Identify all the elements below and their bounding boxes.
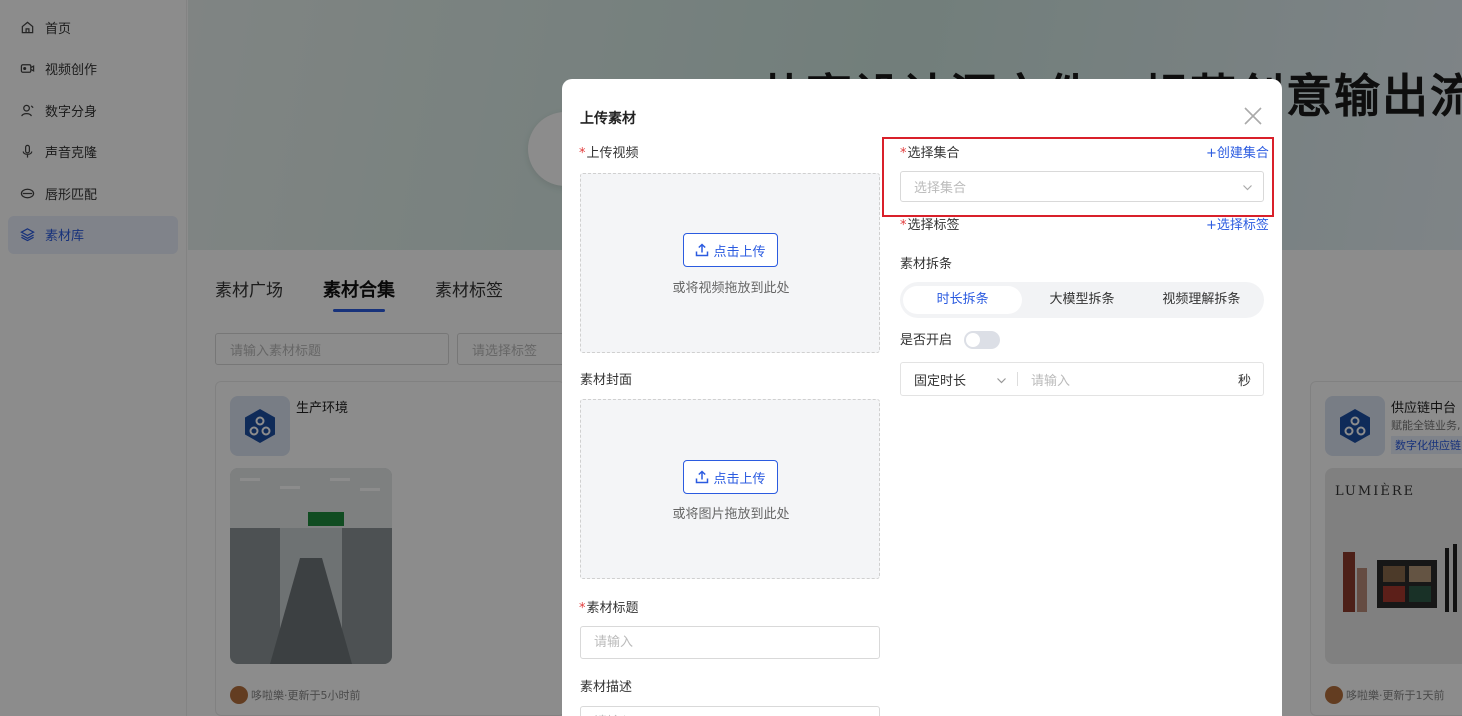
modal-title: 上传素材: [580, 111, 636, 127]
split-option-duration[interactable]: 时长拆条: [903, 286, 1023, 314]
duration-mode-select[interactable]: 固定时长: [901, 363, 1017, 395]
upload-video-label: *上传视频: [579, 146, 639, 161]
material-title-input[interactable]: [580, 626, 880, 659]
duration-input[interactable]: 请输入: [1018, 370, 1238, 389]
enable-label: 是否开启: [900, 333, 953, 348]
cover-label: 素材封面: [580, 373, 633, 388]
material-desc-input[interactable]: [580, 706, 880, 716]
select-tags-link[interactable]: +选择标签: [1206, 214, 1269, 233]
video-dropzone[interactable]: 点击上传 或将视频拖放到此处: [580, 173, 880, 353]
close-icon[interactable]: [1242, 105, 1264, 127]
cover-drop-hint: 或将图片拖放到此处: [672, 507, 790, 522]
upload-video-button[interactable]: 点击上传: [683, 233, 778, 267]
chevron-down-icon: [997, 378, 1006, 384]
material-title-label: *素材标题: [579, 601, 639, 616]
split-option-video-understanding[interactable]: 视频理解拆条: [1142, 286, 1261, 314]
video-drop-hint: 或将视频拖放到此处: [672, 281, 790, 296]
toggle-knob: [966, 333, 980, 347]
duration-unit: 秒: [1237, 373, 1251, 389]
upload-material-modal: 上传素材 *上传视频 点击上传 或将视频拖放到此处 素材封面 点击上传 或将图片…: [562, 79, 1282, 716]
select-tags-label: *选择标签: [900, 218, 960, 233]
split-option-llm[interactable]: 大模型拆条: [1022, 286, 1141, 314]
upload-icon: [696, 243, 709, 257]
material-split-label: 素材拆条: [900, 257, 953, 272]
material-desc-label: 素材描述: [580, 680, 633, 695]
upload-cover-button[interactable]: 点击上传: [683, 460, 778, 494]
split-mode-segmented: 时长拆条 大模型拆条 视频理解拆条: [900, 282, 1264, 318]
duration-input-group: 固定时长 请输入 秒: [900, 362, 1264, 396]
enable-toggle[interactable]: [964, 331, 1000, 349]
cover-dropzone[interactable]: 点击上传 或将图片拖放到此处: [580, 399, 880, 579]
upload-icon: [696, 470, 709, 484]
highlight-box: [882, 137, 1274, 217]
